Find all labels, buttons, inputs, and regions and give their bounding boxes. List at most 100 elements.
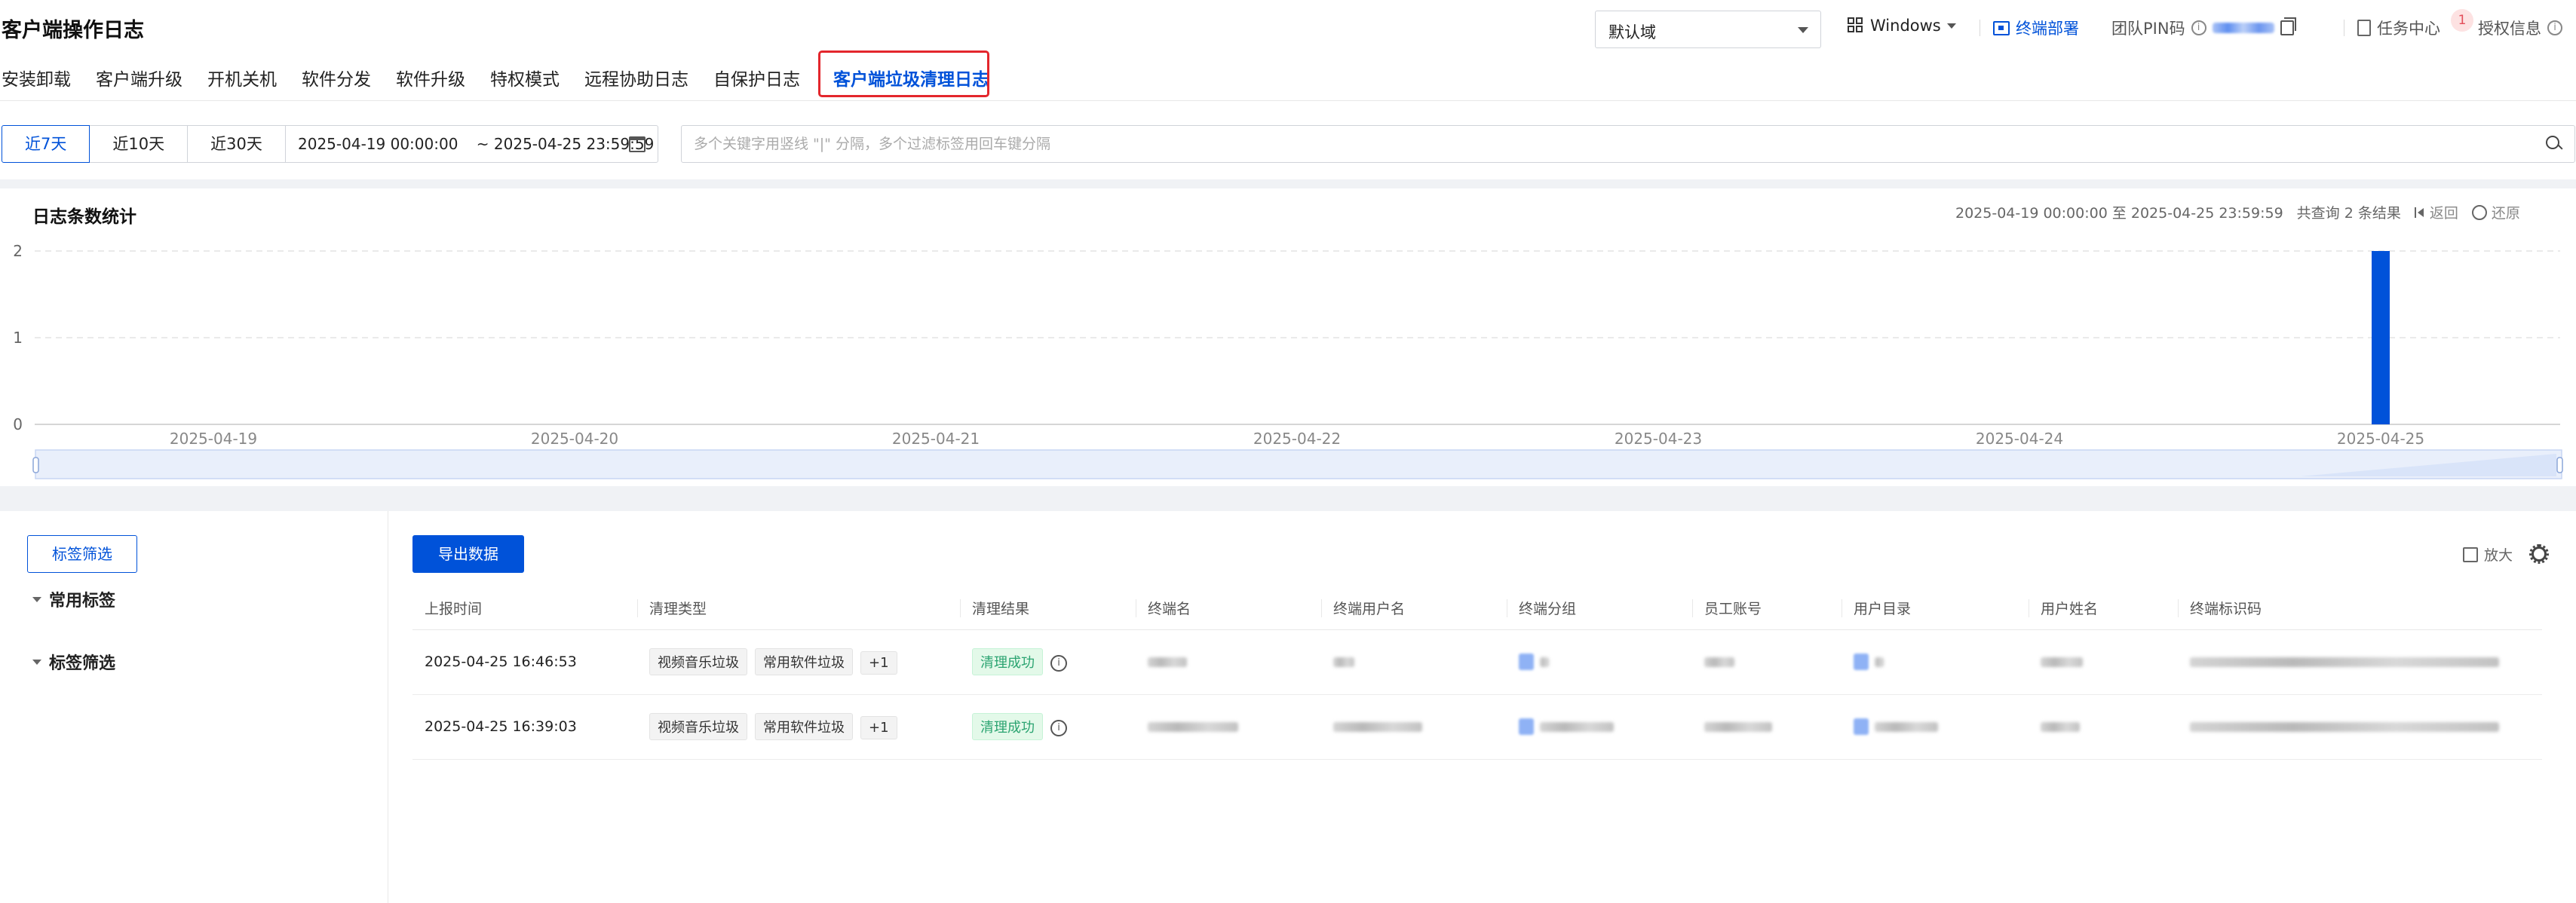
info-icon[interactable]: i: [1050, 654, 1067, 672]
gear-icon[interactable]: [2528, 543, 2549, 564]
os-select-label: Windows: [1870, 17, 1941, 35]
lower-section: 标签筛选 常用标签 标签筛选 导出数据 放大 上报时间 清理类型 清理结果 终端…: [0, 511, 2576, 903]
y-tick-label: 1: [13, 329, 23, 347]
tree-item-tag-filter[interactable]: 标签筛选: [32, 650, 115, 674]
col-header[interactable]: 终端分组: [1507, 587, 1692, 630]
zoom-button[interactable]: 放大: [2463, 544, 2513, 565]
tab-install[interactable]: 安装卸载: [0, 65, 96, 101]
caret-down-icon: [32, 659, 41, 665]
redacted-value: [2041, 722, 2080, 732]
info-icon[interactable]: i: [2547, 20, 2562, 35]
tab-power[interactable]: 开机关机: [207, 65, 302, 101]
clean-type-tag: 常用软件垃圾: [755, 648, 853, 675]
tab-client-upgrade[interactable]: 客户端升级: [96, 65, 207, 101]
table-row[interactable]: 2025-04-25 16:39:03 视频音乐垃圾 常用软件垃圾 +1 清理成功 i: [412, 694, 2542, 760]
cell-time: 2025-04-25 16:46:53: [412, 629, 637, 695]
cell-time: 2025-04-25 16:39:03: [412, 694, 637, 760]
x-tick-label: 2025-04-21: [892, 430, 980, 448]
cell-employee-account: [1692, 694, 1842, 760]
y-tick-label: 0: [13, 415, 23, 433]
redacted-value: [2041, 657, 2083, 667]
tab-self-protect-log[interactable]: 自保护日志: [713, 65, 825, 101]
clean-type-tag: 视频音乐垃圾: [649, 648, 747, 675]
col-header[interactable]: 终端标识码: [2178, 587, 2542, 630]
deploy-label: 终端部署: [2016, 20, 2079, 38]
col-header[interactable]: 终端名: [1136, 587, 1321, 630]
tab-privilege-mode[interactable]: 特权模式: [490, 65, 584, 101]
os-select[interactable]: Windows: [1848, 17, 1956, 35]
cell-user-dir: [1842, 629, 2029, 695]
search-input[interactable]: [682, 126, 2522, 162]
tab-software-upgrade[interactable]: 软件升级: [396, 65, 490, 101]
cell-terminal-user: [1321, 629, 1507, 695]
task-center-link[interactable]: 任务中心: [2357, 17, 2440, 39]
x-tick-label: 2025-04-19: [170, 430, 257, 448]
header: 客户端操作日志 默认域 Windows 终端部署 团队PIN码 i 任务中心 1…: [0, 0, 2576, 101]
info-icon[interactable]: i: [1050, 719, 1067, 736]
date-range-picker[interactable]: 2025-04-19 00:00:00 ~ 2025-04-25 23:59:5…: [285, 125, 658, 163]
more-tags-badge[interactable]: +1: [860, 716, 897, 739]
windows-icon: [1848, 17, 1864, 34]
status-badge: 清理成功: [972, 713, 1043, 740]
domain-select[interactable]: 默认域: [1595, 11, 1821, 48]
page-title: 客户端操作日志: [2, 19, 144, 42]
license-info[interactable]: 授权信息 i: [2478, 17, 2562, 39]
folder-icon: [1854, 654, 1869, 671]
col-header[interactable]: 员工账号: [1692, 587, 1842, 630]
cell-terminal-user: [1321, 694, 1507, 760]
search-box: [681, 125, 2575, 163]
deploy-link[interactable]: 终端部署: [1993, 17, 2079, 39]
tag-filter-button[interactable]: 标签筛选: [27, 535, 137, 573]
export-button[interactable]: 导出数据: [412, 535, 524, 573]
x-tick-label: 2025-04-20: [531, 430, 618, 448]
clean-type-tag: 常用软件垃圾: [755, 713, 853, 740]
team-pin-value-redacted: [2212, 23, 2274, 33]
tab-remote-assist-log[interactable]: 远程协助日志: [584, 65, 713, 101]
task-count-badge: 1: [2451, 9, 2473, 32]
cell-clean-type: 视频音乐垃圾 常用软件垃圾 +1: [637, 694, 960, 760]
cell-terminal-group: [1507, 629, 1692, 695]
table-row[interactable]: 2025-04-25 16:46:53 视频音乐垃圾 常用软件垃圾 +1 清理成功 i: [412, 629, 2542, 695]
cell-terminal-name: [1136, 694, 1321, 760]
tab-software-distribution[interactable]: 软件分发: [302, 65, 396, 101]
x-tick-label: 2025-04-24: [1976, 430, 2063, 448]
col-header[interactable]: 清理结果: [960, 587, 1136, 630]
redacted-value: [2190, 657, 2499, 667]
date-start: 2025-04-19 00:00:00: [298, 135, 458, 153]
info-icon[interactable]: i: [2191, 20, 2206, 35]
col-header[interactable]: 上报时间: [412, 587, 637, 630]
copy-icon[interactable]: [2280, 17, 2296, 35]
tag-filter-panel: 标签筛选 常用标签 标签筛选: [0, 511, 388, 903]
chevron-down-icon: [1946, 23, 1956, 29]
folder-icon: [1854, 718, 1869, 736]
redacted-value: [1148, 657, 1187, 667]
clean-type-tag: 视频音乐垃圾: [649, 713, 747, 740]
range-30d-button[interactable]: 近30天: [187, 125, 286, 163]
cell-user-name: [2029, 694, 2178, 760]
range-10d-button[interactable]: 近10天: [89, 125, 189, 163]
search-icon[interactable]: [2546, 136, 2562, 152]
zoom-slider-track: [35, 449, 2562, 479]
monitor-icon: [1993, 20, 2010, 35]
redacted-value: [1540, 721, 1614, 732]
more-tags-badge[interactable]: +1: [860, 651, 897, 675]
redacted-value: [1704, 722, 1772, 732]
table-header-row: 上报时间 清理类型 清理结果 终端名 终端用户名 终端分组 员工账号 用户目录 …: [412, 587, 2542, 630]
tree-item-label: 标签筛选: [49, 654, 116, 673]
calendar-icon[interactable]: [629, 136, 646, 152]
col-header[interactable]: 终端用户名: [1321, 587, 1507, 630]
y-tick-label: 2: [13, 242, 23, 260]
redacted-value: [1704, 657, 1734, 667]
cell-user-name: [2029, 629, 2178, 695]
zoom-handle-right: [2556, 457, 2563, 473]
folder-icon: [1519, 718, 1534, 736]
range-7d-button[interactable]: 近7天: [2, 125, 90, 163]
cell-terminal-group: [1507, 694, 1692, 760]
license-label: 授权信息: [2478, 20, 2541, 38]
col-header[interactable]: 用户目录: [1842, 587, 2029, 630]
col-header[interactable]: 用户姓名: [2029, 587, 2178, 630]
team-pin-label: 团队PIN码: [2111, 20, 2185, 38]
tree-item-common-tags[interactable]: 常用标签: [32, 587, 115, 611]
folder-icon: [1519, 654, 1534, 671]
col-header[interactable]: 清理类型: [637, 587, 960, 630]
